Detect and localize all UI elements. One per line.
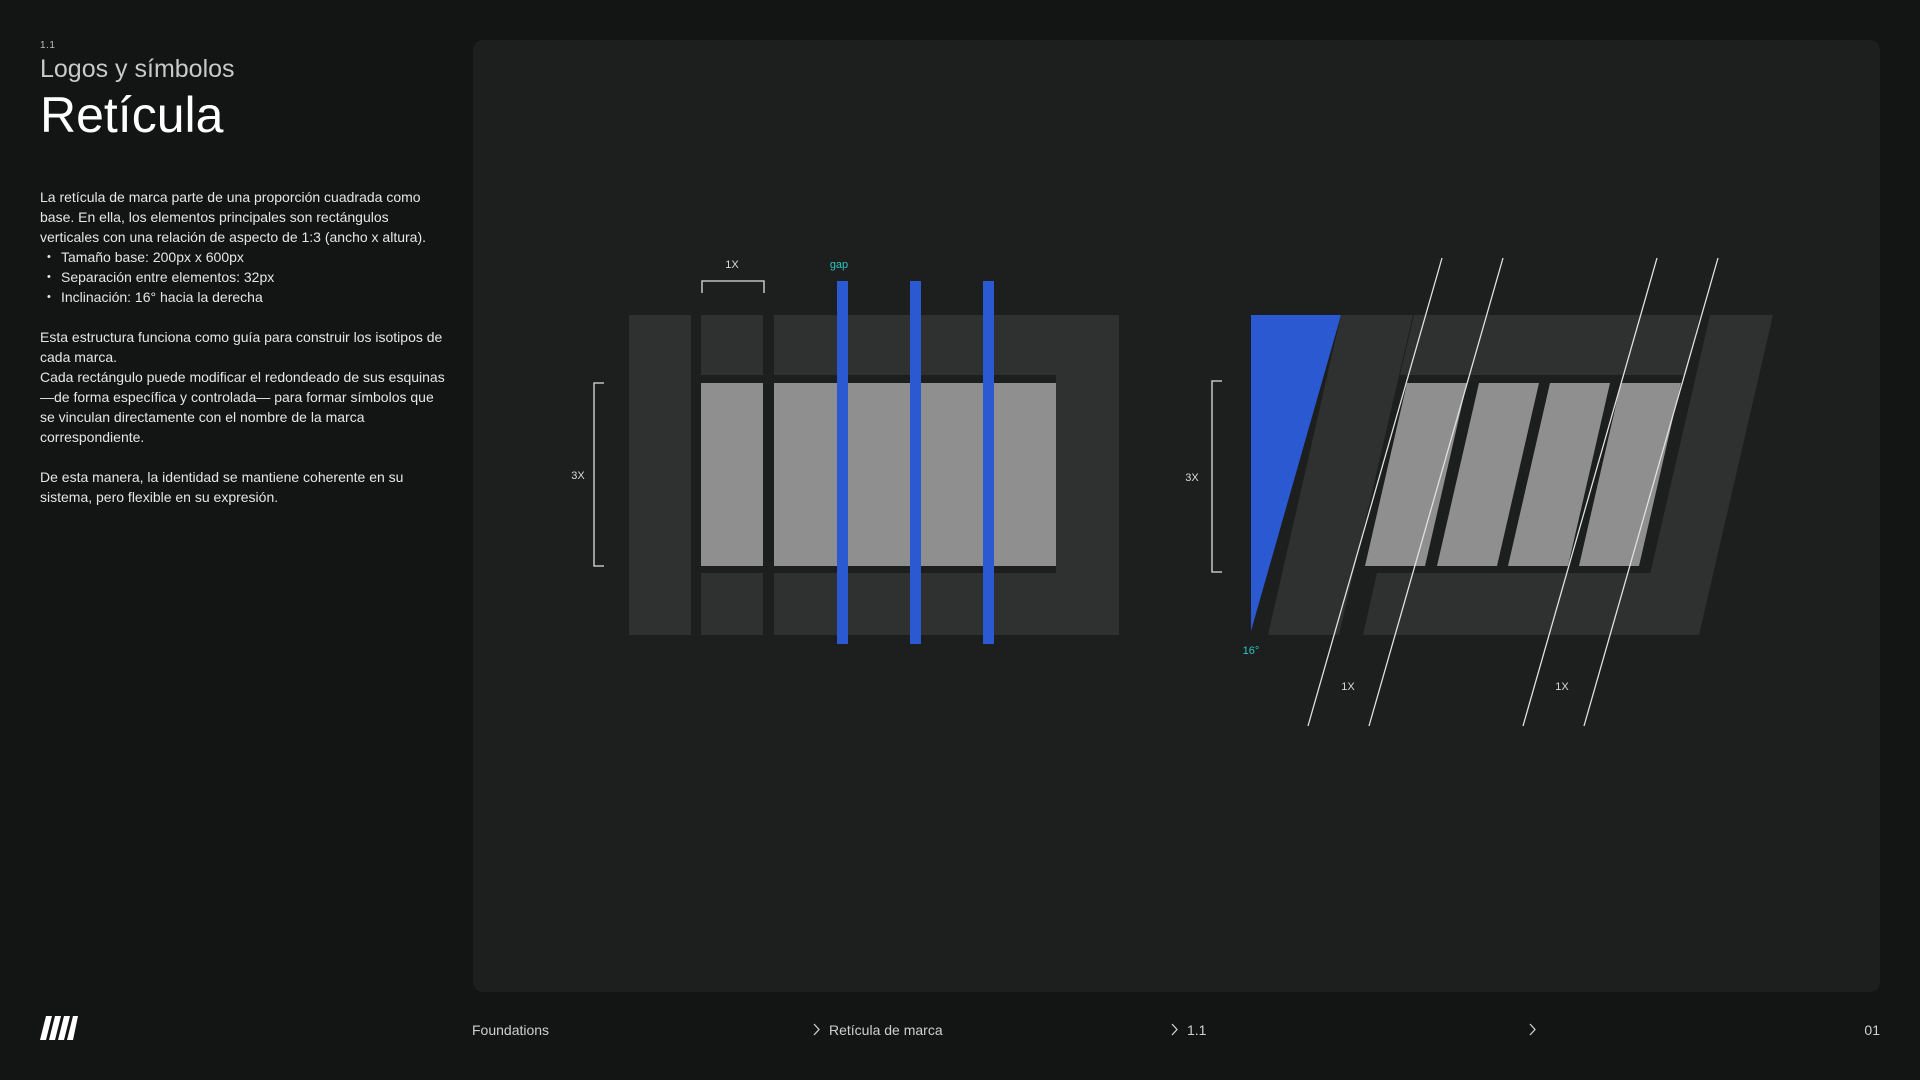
grid-cell-light xyxy=(701,383,763,566)
page-number: 01 xyxy=(1864,1022,1880,1038)
label-3x: 3X xyxy=(1185,472,1199,484)
page-title: Retícula xyxy=(40,87,224,143)
section-title: Logos y símbolos xyxy=(40,55,235,83)
chevron-right-icon xyxy=(813,1023,820,1036)
grid-column-outer-left xyxy=(629,315,691,635)
breadcrumb-reticula[interactable]: Retícula de marca xyxy=(829,1022,943,1038)
description-para-3: Cada rectángulo puede modificar el redon… xyxy=(40,369,445,445)
sidebar: 1.1 Logos y símbolos Retícula La retícul… xyxy=(40,40,445,507)
slanted-grid: 3X 16° 1X 1X xyxy=(1185,257,1773,727)
grid-column-bottom xyxy=(701,573,763,635)
slanted-block-bottom xyxy=(1363,573,1663,635)
spec-item-angle: Inclinación: 16° hacia la derecha xyxy=(40,287,445,307)
breadcrumb-section[interactable]: 1.1 xyxy=(1187,1022,1206,1038)
grid-diagram: 1X gap 3X 3X 16° 1X 1X xyxy=(571,257,1773,727)
label-1x: 1X xyxy=(1555,681,1569,693)
chevron-right-icon xyxy=(1529,1023,1536,1036)
gap-bar xyxy=(910,281,921,644)
height-bracket xyxy=(593,382,604,567)
description-para-4: De esta manera, la identidad se mantiene… xyxy=(40,469,404,505)
chevron-right-icon xyxy=(1171,1023,1178,1036)
grid-diagram-panel: 1X gap 3X 3X 16° 1X 1X xyxy=(473,40,1880,992)
grid-column-top xyxy=(701,315,763,375)
section-number: 1.1 xyxy=(40,40,56,51)
label-3x: 3X xyxy=(571,470,585,482)
spec-list: Tamaño base: 200px x 600px Separación en… xyxy=(40,247,445,307)
label-1x: 1X xyxy=(1341,681,1355,693)
vertical-grid: 1X gap 3X xyxy=(571,259,1119,644)
spec-item-gap: Separación entre elementos: 32px xyxy=(40,267,445,287)
breadcrumb-foundations[interactable]: Foundations xyxy=(472,1022,549,1038)
slanted-block-top xyxy=(1400,315,1700,375)
brand-logo xyxy=(40,1016,78,1040)
label-1x: 1X xyxy=(725,259,739,271)
footer: Foundations Retícula de marca 1.1 01 xyxy=(0,1010,1920,1050)
description: La retícula de marca parte de una propor… xyxy=(40,187,445,507)
grid-column-outer-right xyxy=(1056,315,1119,635)
height-bracket xyxy=(1211,380,1222,573)
description-intro: La retícula de marca parte de una propor… xyxy=(40,189,427,245)
description-para-2: Esta estructura funciona como guía para … xyxy=(40,329,443,365)
label-gap: gap xyxy=(830,259,848,271)
spec-item-size: Tamaño base: 200px x 600px xyxy=(40,247,445,267)
gap-bar xyxy=(837,281,848,644)
gap-bar xyxy=(983,281,994,644)
width-bracket xyxy=(701,280,765,293)
label-angle: 16° xyxy=(1243,645,1260,657)
